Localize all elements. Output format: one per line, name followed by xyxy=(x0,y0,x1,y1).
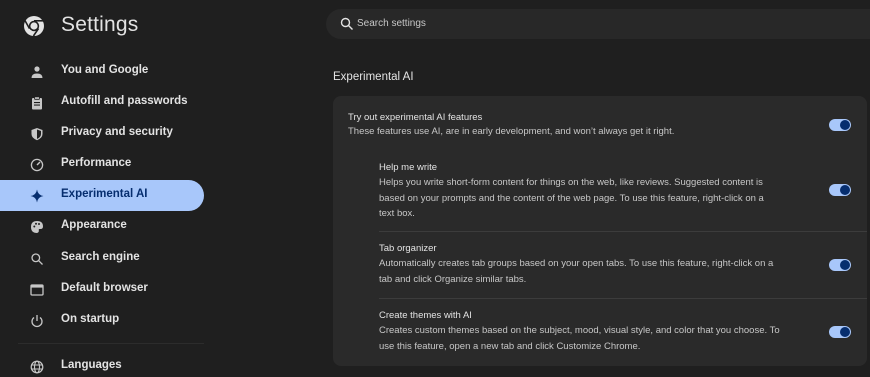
sidebar-item-label: Autofill and passwords xyxy=(61,95,188,107)
sidebar-item-label: You and Google xyxy=(61,64,149,76)
shield-icon xyxy=(29,126,45,142)
experimental-ai-card: Try out experimental AI features These f… xyxy=(333,96,867,366)
feature-desc-line: tab and click Organize similar tabs. xyxy=(379,273,527,285)
sidebar-item-search-engine[interactable]: Search engine xyxy=(0,243,204,274)
sidebar-item-label: Experimental AI xyxy=(61,188,148,200)
sidebar-item-languages[interactable]: Languages xyxy=(0,351,204,377)
section-title: Experimental AI xyxy=(333,71,414,83)
page-title: Settings xyxy=(61,13,139,36)
search-icon xyxy=(340,17,353,30)
master-description: These features use AI, are in early deve… xyxy=(348,126,675,137)
sidebar-item-label: Default browser xyxy=(61,282,148,294)
feature-title: Create themes with AI xyxy=(379,310,472,321)
sidebar-item-appearance[interactable]: Appearance xyxy=(0,211,204,242)
feature-title: Help me write xyxy=(379,162,438,173)
sidebar-item-experimental-ai[interactable]: Experimental AI xyxy=(0,180,204,211)
person-icon xyxy=(29,64,45,80)
feature-row-tab-organizer: Tab organizer Automatically creates tab … xyxy=(379,242,819,287)
feature-desc-line: use this feature, open a new tab and cli… xyxy=(379,340,641,352)
search-input[interactable]: Search settings xyxy=(326,9,870,39)
row-divider xyxy=(379,231,867,232)
browser-window-icon xyxy=(29,282,45,298)
sidebar-divider xyxy=(18,343,204,344)
sparkle-icon xyxy=(29,188,45,204)
sidebar: You and Google Autofill and passwords Pr… xyxy=(0,56,210,377)
globe-icon xyxy=(29,359,45,375)
sidebar-item-label: Privacy and security xyxy=(61,126,173,138)
sidebar-item-label: Search engine xyxy=(61,251,140,263)
speedometer-icon xyxy=(29,157,45,173)
help-me-write-toggle[interactable] xyxy=(829,184,851,196)
feature-desc-line: Helps you write short-form content for t… xyxy=(379,177,763,188)
palette-icon xyxy=(29,219,45,235)
feature-row-help-me-write: Help me write Helps you write short-form… xyxy=(379,161,819,222)
toggle-knob xyxy=(840,327,850,337)
toggle-knob xyxy=(840,185,850,195)
feature-desc-line: Creates custom themes based on the subje… xyxy=(379,325,780,336)
header: Settings Search settings xyxy=(0,0,870,50)
power-icon xyxy=(29,313,45,329)
master-toggle-row: Try out experimental AI features These f… xyxy=(348,111,818,139)
feature-desc-line: based on your prompts and the content of… xyxy=(379,192,764,204)
sidebar-item-performance[interactable]: Performance xyxy=(0,149,204,180)
master-toggle[interactable] xyxy=(829,119,851,131)
sidebar-item-label: Languages xyxy=(61,359,122,371)
sidebar-item-on-startup[interactable]: On startup xyxy=(0,305,204,336)
sidebar-item-privacy[interactable]: Privacy and security xyxy=(0,118,204,149)
sidebar-item-autofill[interactable]: Autofill and passwords xyxy=(0,87,204,118)
sidebar-item-label: Performance xyxy=(61,157,132,169)
feature-desc-line: text box. xyxy=(379,208,415,219)
sidebar-item-label: On startup xyxy=(61,313,120,325)
feature-row-create-themes: Create themes with AI Creates custom the… xyxy=(379,309,819,354)
sidebar-item-you-and-google[interactable]: You and Google xyxy=(0,56,204,87)
master-title: Try out experimental AI features xyxy=(348,112,483,123)
row-divider xyxy=(379,298,867,299)
search-icon xyxy=(29,251,45,267)
clipboard-icon xyxy=(29,95,45,111)
create-themes-toggle[interactable] xyxy=(829,326,851,338)
search-placeholder: Search settings xyxy=(357,18,426,29)
sidebar-item-label: Appearance xyxy=(61,219,127,231)
chrome-logo-icon xyxy=(24,16,44,37)
tab-organizer-toggle[interactable] xyxy=(829,259,851,271)
toggle-knob xyxy=(840,120,850,130)
toggle-knob xyxy=(840,260,850,270)
feature-desc-line: Automatically creates tab groups based o… xyxy=(379,258,774,269)
sidebar-item-default-browser[interactable]: Default browser xyxy=(0,274,204,305)
feature-title: Tab organizer xyxy=(379,243,437,254)
